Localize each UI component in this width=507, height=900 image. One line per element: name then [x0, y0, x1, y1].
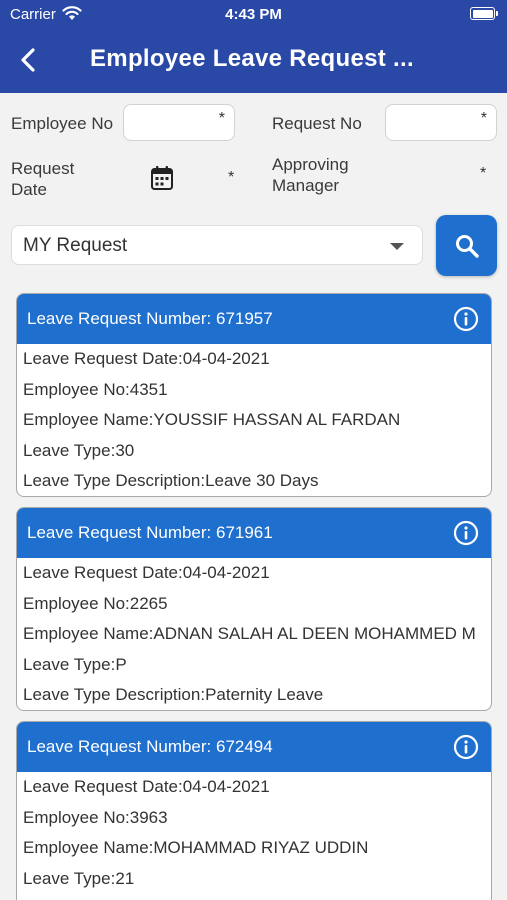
approving-manager-field[interactable]: *	[480, 165, 486, 183]
info-icon[interactable]	[453, 306, 479, 332]
employee-no: Employee No:2265	[23, 593, 168, 613]
leave-request-date: Leave Request Date:04-04-2021	[23, 349, 270, 368]
card-header: Leave Request Number: 672494	[17, 722, 491, 772]
leave-type: Leave Type:30	[23, 440, 135, 460]
leave-request-number: Leave Request Number: 671961	[27, 523, 273, 542]
back-arrow-icon[interactable]	[14, 44, 44, 76]
clock: 4:43 PM	[225, 6, 282, 23]
employee-no: Employee No:3963	[23, 807, 168, 827]
calendar-icon[interactable]	[150, 165, 174, 191]
request-no-label: Request No	[272, 114, 362, 133]
dropdown-caret-icon	[390, 243, 404, 250]
employee-no-input[interactable]: *	[123, 104, 235, 141]
app-header: Carrier 4:43 PM Employee Leave Request .…	[0, 0, 507, 93]
leave-request-date: Leave Request Date:04-04-2021	[23, 777, 270, 796]
info-icon[interactable]	[453, 520, 479, 546]
request-filter-dropdown[interactable]: MY Request	[11, 225, 423, 265]
leave-request-card[interactable]: Leave Request Number: 671961 Leave Reque…	[16, 507, 492, 711]
employee-name: Employee Name:YOUSSIF HASSAN AL FARDAN	[23, 410, 401, 430]
leave-request-card[interactable]: Leave Request Number: 671957 Leave Reque…	[16, 293, 492, 497]
search-button[interactable]	[436, 215, 497, 276]
required-mark: *	[228, 169, 235, 186]
request-date-label: Request Date	[11, 159, 75, 199]
employee-name: Employee Name:MOHAMMAD RIYAZ UDDIN	[23, 838, 369, 858]
leave-request-number: Leave Request Number: 671957	[27, 309, 273, 328]
card-header: Leave Request Number: 671957	[17, 294, 491, 344]
battery-icon	[470, 7, 498, 20]
leave-type: Leave Type:P	[23, 654, 127, 674]
leave-request-number: Leave Request Number: 672494	[27, 737, 273, 756]
employee-no: Employee No:4351	[23, 379, 168, 399]
card-header: Leave Request Number: 671961	[17, 508, 491, 558]
dropdown-selected-value: MY Request	[23, 235, 128, 256]
request-no-input[interactable]: *	[385, 104, 497, 141]
page-title: Employee Leave Request ...	[90, 45, 414, 72]
required-mark: *	[218, 110, 225, 127]
required-mark: *	[480, 110, 487, 127]
employee-no-label: Employee No	[11, 114, 114, 133]
leave-request-card[interactable]: Leave Request Number: 672494 Leave Reque…	[16, 721, 492, 900]
leave-type: Leave Type:21	[23, 868, 135, 888]
status-bar: Carrier 4:43 PM	[0, 0, 507, 28]
employee-name: Employee Name:ADNAN SALAH AL DEEN MOHAMM…	[23, 624, 476, 644]
leave-type-description: Leave Type Description:Paternity Leave	[23, 685, 324, 705]
leave-type-description: Leave Type Description:Leave 30 Days	[23, 471, 319, 491]
info-icon[interactable]	[453, 734, 479, 760]
search-icon	[456, 235, 479, 258]
leave-request-date: Leave Request Date:04-04-2021	[23, 563, 270, 582]
approving-manager-label: Approving Manager	[272, 155, 349, 195]
